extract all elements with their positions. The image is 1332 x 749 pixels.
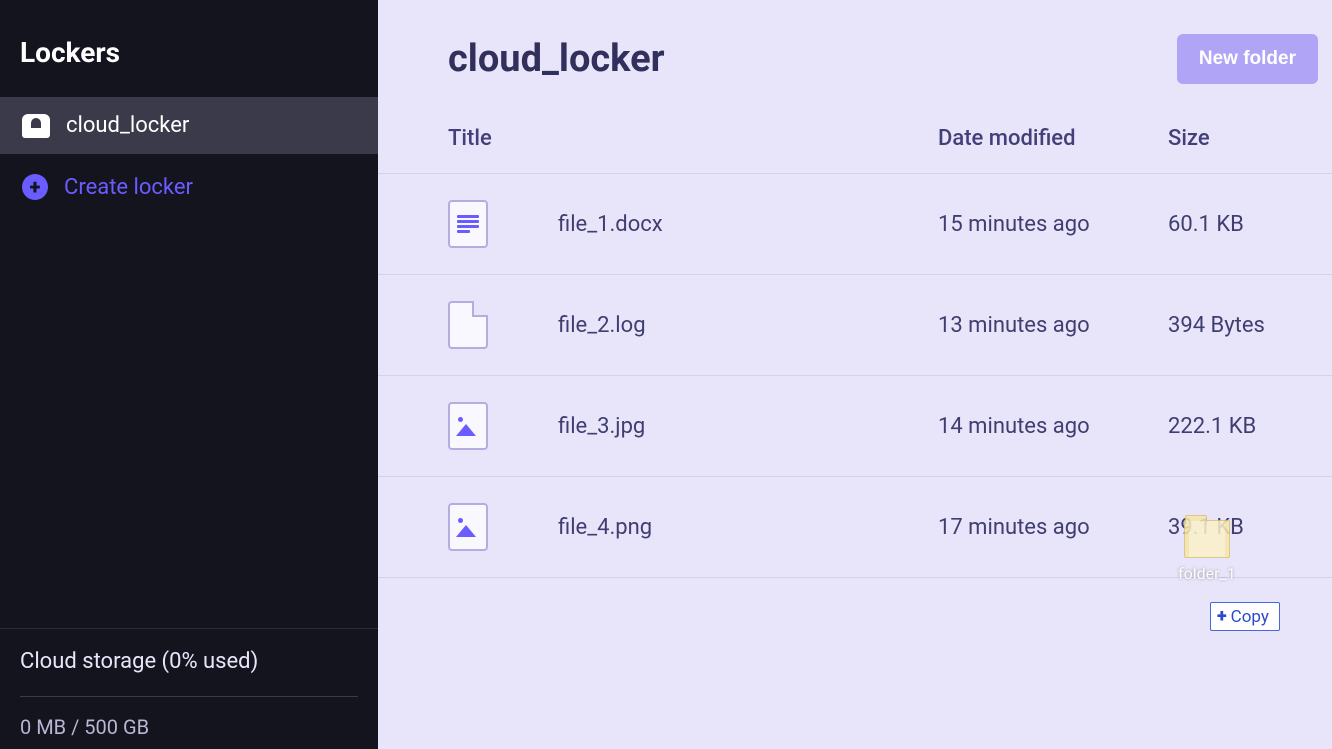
sidebar-footer: Cloud storage (0% used) 0 MB / 500 GB: [0, 628, 378, 749]
sidebar: Lockers cloud_locker + Create locker Clo…: [0, 0, 378, 749]
sidebar-item-cloud-locker[interactable]: cloud_locker: [0, 97, 378, 154]
table-row[interactable]: file_4.png 17 minutes ago 39.1 KB: [378, 477, 1332, 578]
file-date: 14 minutes ago: [938, 414, 1168, 439]
file-size: 222.1 KB: [1168, 414, 1318, 439]
file-name: file_4.png: [558, 515, 938, 540]
file-size: 394 Bytes: [1168, 313, 1318, 338]
plus-circle-icon: +: [22, 174, 48, 200]
col-title[interactable]: Title: [448, 126, 938, 151]
storage-label: Cloud storage (0% used): [20, 649, 358, 674]
plus-icon: +: [1217, 606, 1227, 627]
copy-badge: + Copy: [1210, 602, 1280, 631]
file-name: file_1.docx: [558, 212, 938, 237]
main-panel: cloud_locker New folder Title Date modif…: [378, 0, 1332, 749]
sidebar-title: Lockers: [0, 0, 378, 97]
file-name: file_2.log: [558, 313, 938, 338]
create-locker-button[interactable]: + Create locker: [0, 154, 378, 220]
file-date: 17 minutes ago: [938, 515, 1168, 540]
sidebar-item-label: cloud_locker: [66, 113, 189, 138]
table-header: Title Date modified Size: [378, 112, 1332, 174]
table-row[interactable]: file_3.jpg 14 minutes ago 222.1 KB: [378, 376, 1332, 477]
page-title: cloud_locker: [448, 37, 665, 81]
file-name: file_3.jpg: [558, 414, 938, 439]
copy-badge-label: Copy: [1231, 607, 1269, 627]
file-date: 13 minutes ago: [938, 313, 1168, 338]
file-size: 39.1 KB: [1168, 515, 1318, 540]
storage-amount: 0 MB / 500 GB: [20, 715, 358, 739]
image-icon: [448, 402, 488, 450]
storage-progress-bar: [20, 696, 358, 697]
locker-icon: [22, 114, 50, 138]
col-size[interactable]: Size: [1168, 126, 1318, 151]
file-icon: [448, 301, 488, 349]
file-size: 60.1 KB: [1168, 212, 1318, 237]
file-date: 15 minutes ago: [938, 212, 1168, 237]
create-locker-label: Create locker: [64, 175, 193, 200]
new-folder-button[interactable]: New folder: [1177, 34, 1318, 84]
table-row[interactable]: file_2.log 13 minutes ago 394 Bytes: [378, 275, 1332, 376]
col-date[interactable]: Date modified: [938, 126, 1168, 151]
table-row[interactable]: file_1.docx 15 minutes ago 60.1 KB: [378, 174, 1332, 275]
document-icon: [448, 200, 488, 248]
image-icon: [448, 503, 488, 551]
